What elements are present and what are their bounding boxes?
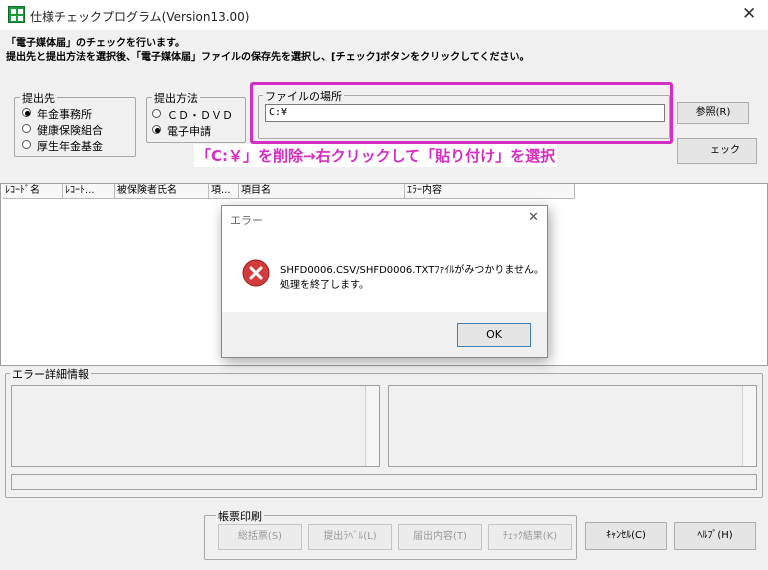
print-legend: 帳票印刷 bbox=[216, 508, 264, 524]
destination-legend: 提出先 bbox=[20, 90, 57, 106]
content-print-button[interactable]: 届出内容(T) bbox=[398, 524, 482, 550]
error-detail-summary-field bbox=[11, 474, 757, 490]
annotation-text: 「C:￥」を削除→右クリックして「貼り付け」を選択 bbox=[194, 144, 558, 167]
window-close-button[interactable]: ✕ bbox=[742, 5, 756, 23]
method-legend: 提出方法 bbox=[152, 90, 200, 106]
option-label: ＣＤ・ＤＶＤ bbox=[167, 109, 233, 122]
app-icon bbox=[8, 6, 25, 23]
dialog-close-button[interactable]: ✕ bbox=[528, 210, 539, 225]
option-label: 厚生年金基金 bbox=[37, 140, 103, 153]
check-result-print-button[interactable]: ﾁｪｯｸ結果(K) bbox=[488, 524, 572, 550]
cancel-button[interactable]: ｷｬﾝｾﾙ(C) bbox=[585, 522, 667, 550]
window-title: 仕様チェックプログラム(Version13.00) bbox=[30, 10, 250, 24]
table-header-record-no[interactable]: ﾚｺｰﾄ... bbox=[63, 184, 115, 199]
destination-option-pension-office[interactable]: 年金事務所 bbox=[22, 106, 132, 121]
dialog-title: エラー bbox=[230, 214, 263, 227]
error-icon bbox=[242, 259, 270, 287]
error-detail-left-textarea[interactable] bbox=[11, 385, 380, 467]
option-label: 電子申請 bbox=[167, 125, 211, 138]
option-label: 年金事務所 bbox=[37, 108, 92, 121]
destination-option-pension-fund[interactable]: 厚生年金基金 bbox=[22, 138, 132, 153]
dialog-message-line-1: SHFD0006.CSV/SHFD0006.TXTﾌｧｲﾙがみつかりません。 bbox=[280, 265, 545, 276]
table-header-error-content[interactable]: ｴﾗｰ内容 bbox=[405, 184, 575, 199]
ok-button[interactable]: OK bbox=[457, 323, 531, 347]
radio-button[interactable] bbox=[22, 124, 31, 133]
method-option-cd-dvd[interactable]: ＣＤ・ＤＶＤ bbox=[152, 107, 244, 122]
dialog-message-line-2: 処理を終了します。 bbox=[280, 280, 369, 291]
radio-button[interactable] bbox=[22, 108, 31, 117]
destination-option-health-insurance[interactable]: 健康保険組合 bbox=[22, 122, 132, 137]
radio-button[interactable] bbox=[152, 109, 161, 118]
method-option-electronic[interactable]: 電子申請 bbox=[152, 123, 244, 138]
help-button[interactable]: ﾍﾙﾌﾟ(H) bbox=[674, 522, 756, 550]
table-header-record-name[interactable]: ﾚｺｰﾄﾞ名 bbox=[3, 184, 63, 199]
check-button[interactable]: ェック bbox=[677, 138, 757, 164]
error-dialog: エラー ✕ SHFD0006.CSV/SHFD0006.TXTﾌｧｲﾙがみつかり… bbox=[221, 205, 548, 358]
scrollbar[interactable] bbox=[365, 386, 379, 466]
browse-button[interactable]: 参照(R) bbox=[677, 102, 749, 124]
title-bar: 仕様チェックプログラム(Version13.00) ✕ bbox=[0, 0, 768, 30]
intro-line-2: 提出先と提出方法を選択後、「電子媒体届」ファイルの保存先を選択し、[チェック]ボ… bbox=[6, 52, 530, 63]
table-header-insured-name[interactable]: 被保険者氏名 bbox=[115, 184, 209, 199]
summary-print-button[interactable]: 総括票(S) bbox=[218, 524, 302, 550]
error-detail-right-textarea[interactable] bbox=[388, 385, 757, 467]
table-header-item-no[interactable]: 項... bbox=[209, 184, 239, 199]
radio-button[interactable] bbox=[152, 125, 161, 134]
option-label: 健康保険組合 bbox=[37, 124, 103, 137]
table-header-item-name[interactable]: 項目名 bbox=[239, 184, 405, 199]
scrollbar[interactable] bbox=[742, 386, 756, 466]
label-print-button[interactable]: 提出ﾗﾍﾞﾙ(L) bbox=[308, 524, 392, 550]
radio-button[interactable] bbox=[22, 140, 31, 149]
intro-line-1: 「電子媒体届」のチェックを行います。 bbox=[6, 38, 185, 49]
error-detail-legend: エラー詳細情報 bbox=[10, 366, 91, 382]
annotation-highlight-box bbox=[250, 82, 673, 144]
